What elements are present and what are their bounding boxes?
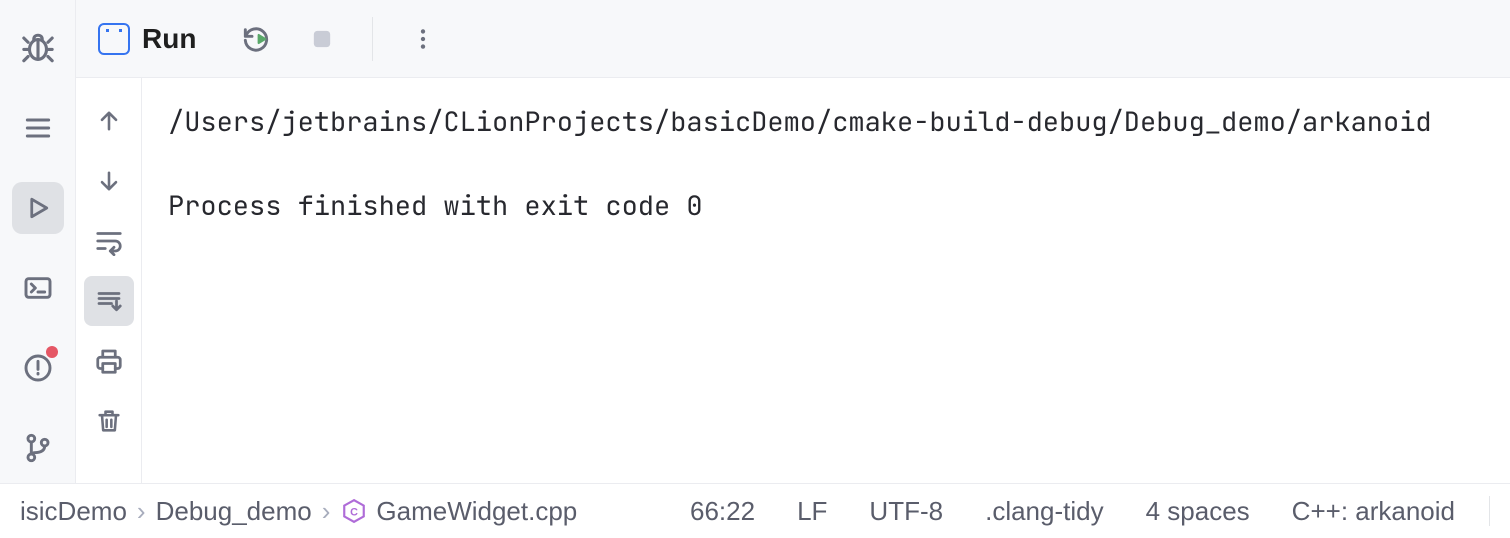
breadcrumb-item[interactable]: C GameWidget.cpp bbox=[340, 496, 577, 527]
bug-icon bbox=[21, 31, 55, 65]
scroll-to-end-icon bbox=[94, 286, 124, 316]
git-branch-icon bbox=[22, 432, 54, 464]
rerun-icon bbox=[240, 23, 272, 55]
breadcrumb-label: isicDemo bbox=[20, 496, 127, 527]
console-output[interactable]: /Users/jetbrains/CLionProjects/basicDemo… bbox=[142, 78, 1510, 483]
play-icon bbox=[23, 193, 53, 223]
rerun-button[interactable] bbox=[232, 15, 280, 63]
structure-toolwindow-button[interactable] bbox=[12, 102, 64, 154]
arrow-down-icon bbox=[95, 167, 123, 195]
ide-root: Run bbox=[0, 0, 1510, 538]
main-area: Run bbox=[0, 0, 1510, 483]
soft-wrap-icon bbox=[94, 226, 124, 256]
debug-toolwindow-button[interactable] bbox=[12, 22, 64, 74]
clear-all-button[interactable] bbox=[84, 396, 134, 446]
run-body: /Users/jetbrains/CLionProjects/basicDemo… bbox=[76, 78, 1510, 483]
breadcrumb-item[interactable]: Debug_demo bbox=[156, 496, 312, 527]
breadcrumbs: isicDemo › Debug_demo › C GameWidget.cpp bbox=[20, 496, 577, 527]
vcs-toolwindow-button[interactable] bbox=[12, 422, 64, 474]
print-button[interactable] bbox=[84, 336, 134, 386]
breadcrumb-item[interactable]: isicDemo bbox=[20, 496, 127, 527]
console-exit-line: Process finished with exit code 0 bbox=[168, 188, 703, 224]
inspections-profile[interactable]: .clang-tidy bbox=[971, 496, 1118, 527]
run-panel: Run bbox=[76, 0, 1510, 483]
previous-occurrence-button[interactable] bbox=[84, 96, 134, 146]
scroll-to-end-button[interactable] bbox=[84, 276, 134, 326]
status-divider bbox=[1489, 496, 1490, 526]
more-actions-button[interactable] bbox=[399, 15, 447, 63]
toolbar-separator bbox=[372, 17, 373, 61]
chevron-right-icon: › bbox=[322, 496, 331, 527]
status-bar: isicDemo › Debug_demo › C GameWidget.cpp… bbox=[0, 483, 1510, 538]
run-toolbar: Run bbox=[76, 0, 1510, 78]
breadcrumb-label: GameWidget.cpp bbox=[376, 496, 577, 527]
more-icon bbox=[410, 26, 436, 52]
print-icon bbox=[94, 346, 124, 376]
language-context[interactable]: C++: arkanoid bbox=[1278, 496, 1469, 527]
stop-button[interactable] bbox=[298, 15, 346, 63]
soft-wrap-button[interactable] bbox=[84, 216, 134, 266]
run-toolwindow-button[interactable] bbox=[12, 182, 64, 234]
arrow-up-icon bbox=[95, 107, 123, 135]
console-command-line: /Users/jetbrains/CLionProjects/basicDemo… bbox=[168, 104, 1432, 140]
structure-icon bbox=[22, 112, 54, 144]
cpp-file-icon: C bbox=[340, 497, 368, 525]
problems-toolwindow-button[interactable] bbox=[12, 342, 64, 394]
next-occurrence-button[interactable] bbox=[84, 156, 134, 206]
terminal-icon bbox=[22, 272, 54, 304]
stop-icon bbox=[308, 25, 336, 53]
line-separator[interactable]: LF bbox=[783, 496, 841, 527]
left-tool-rail bbox=[0, 0, 76, 483]
toolwindow-tab[interactable]: Run bbox=[98, 23, 214, 55]
svg-text:C: C bbox=[350, 506, 358, 518]
toolwindow-title: Run bbox=[142, 23, 196, 55]
caret-position[interactable]: 66:22 bbox=[676, 496, 769, 527]
indent-settings[interactable]: 4 spaces bbox=[1132, 496, 1264, 527]
terminal-toolwindow-button[interactable] bbox=[12, 262, 64, 314]
console-action-column bbox=[76, 78, 142, 483]
toolwindow-run-icon bbox=[98, 23, 130, 55]
chevron-right-icon: › bbox=[137, 496, 146, 527]
breadcrumb-label: Debug_demo bbox=[156, 496, 312, 527]
file-encoding[interactable]: UTF-8 bbox=[855, 496, 957, 527]
problems-badge bbox=[46, 346, 58, 358]
trash-icon bbox=[95, 407, 123, 435]
